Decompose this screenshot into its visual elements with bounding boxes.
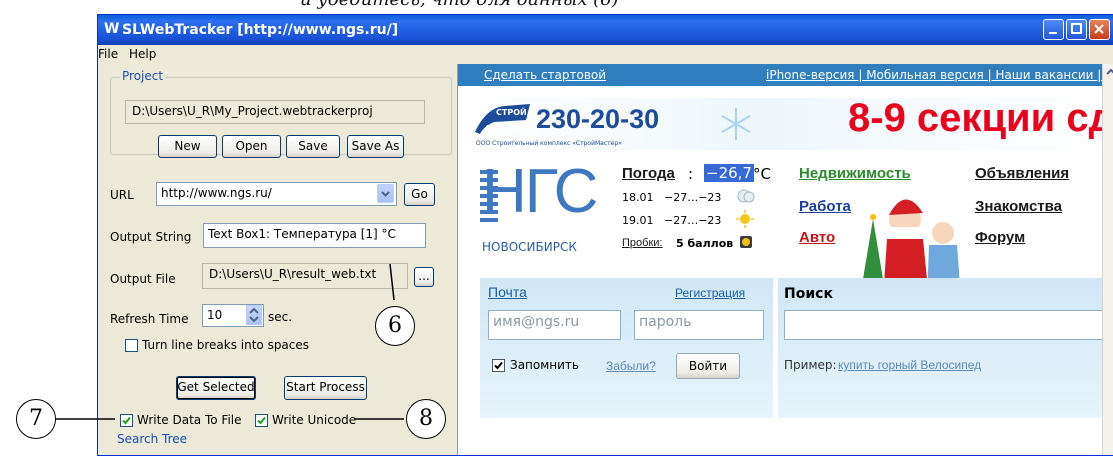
- web-top-bar: Сделать стартовой iPhone-версия | Мобиль…: [458, 64, 1113, 86]
- output-string-input[interactable]: Text Box1: Температура [1] °C: [203, 223, 426, 248]
- menu-bar: File Help: [98, 45, 1113, 64]
- save-button[interactable]: Save: [286, 135, 340, 158]
- line-breaks-checkbox[interactable]: [125, 339, 138, 352]
- output-string-label: Output String: [110, 230, 192, 244]
- title-bar[interactable]: W SLWebTracker [http://www.ngs.ru/]: [98, 15, 1113, 45]
- app-window: W SLWebTracker [http://www.ngs.ru/] File…: [97, 14, 1113, 456]
- search-title: Поиск: [784, 286, 833, 302]
- checkmark-icon: [494, 361, 503, 370]
- start-process-button[interactable]: Start Process: [284, 376, 367, 400]
- traffic-light-icon: [740, 236, 752, 248]
- remember-label: Запомнить: [510, 358, 579, 372]
- callout-6: 6: [375, 306, 415, 346]
- remember-checkbox[interactable]: [492, 359, 505, 372]
- checkmark-icon: [257, 416, 266, 425]
- forgot-link[interactable]: Забыли?: [606, 359, 656, 373]
- snowflake-icon: [721, 108, 751, 140]
- forecast-date-1: 18.01: [622, 191, 654, 204]
- ad-banner[interactable]: СТРОЙ МАСТЕР 230-20-30 ООО Строительный …: [468, 96, 1113, 150]
- menu-help[interactable]: Help: [129, 47, 156, 61]
- menu-file[interactable]: File: [98, 47, 118, 61]
- app-logo-icon: W: [104, 21, 120, 37]
- refresh-spinner[interactable]: [246, 305, 262, 325]
- url-label: URL: [110, 188, 134, 202]
- link-forum[interactable]: Форум: [975, 229, 1025, 246]
- browse-button[interactable]: ...: [414, 267, 434, 287]
- url-dropdown-button[interactable]: [377, 184, 394, 203]
- maximize-icon[interactable]: [1066, 19, 1087, 40]
- forecast-range-2: −27…−23: [664, 214, 722, 227]
- settings-panel: Project D:\Users\U_R\My_Project.webtrack…: [98, 64, 457, 455]
- url-input[interactable]: http://www.ngs.ru/: [156, 182, 397, 206]
- scroll-up-icon[interactable]: [1103, 64, 1113, 80]
- close-icon[interactable]: [1089, 19, 1110, 40]
- vertical-scrollbar[interactable]: [1102, 64, 1113, 455]
- search-widget: Поиск Пример: купить горный Велосипед: [778, 278, 1113, 418]
- password-input[interactable]: пароль: [634, 310, 764, 340]
- get-selected-button[interactable]: Get Selected: [176, 376, 256, 400]
- line-breaks-label: Turn line breaks into spaces: [142, 338, 310, 352]
- search-example-link[interactable]: купить горный Велосипед: [838, 358, 981, 372]
- write-unicode-checkbox[interactable]: [255, 414, 268, 427]
- page-caption-fragment: и убедитесь, что для данных (6): [300, 0, 619, 10]
- search-example-label: Пример:: [784, 358, 837, 372]
- output-file-label: Output File: [110, 272, 176, 286]
- weather-link[interactable]: Погода: [622, 165, 675, 182]
- refresh-unit-label: sec.: [268, 310, 293, 324]
- top-links[interactable]: iPhone-версия | Мобильная версия | Наши …: [766, 68, 1113, 82]
- refresh-time-label: Refresh Time: [110, 312, 189, 326]
- cloud-icon: [737, 189, 755, 203]
- write-unicode-label: Write Unicode: [272, 413, 357, 427]
- login-button[interactable]: Войти: [676, 353, 740, 379]
- open-button[interactable]: Open: [222, 135, 281, 158]
- minimize-icon[interactable]: [1043, 19, 1064, 40]
- sun-icon: [736, 210, 754, 228]
- email-input[interactable]: имя@ngs.ru: [488, 310, 621, 340]
- write-data-checkbox[interactable]: [120, 414, 133, 427]
- banner-company: ООО Строительный комплекс «СтройМастер»: [476, 140, 622, 147]
- forecast-date-2: 19.01: [622, 214, 654, 227]
- new-button[interactable]: New: [158, 135, 217, 158]
- weather-unit: °C: [753, 165, 771, 183]
- web-view[interactable]: Сделать стартовой iPhone-версия | Мобиль…: [457, 64, 1113, 455]
- write-data-label: Write Data To File: [137, 413, 242, 427]
- stroymaster-logo: СТРОЙ МАСТЕР: [472, 102, 534, 140]
- weather-separator: :: [688, 165, 694, 183]
- forecast-range-1: −27…−23: [664, 191, 722, 204]
- mail-title-link[interactable]: Почта: [488, 284, 527, 300]
- project-path-field: D:\Users\U_R\My_Project.webtrackerproj: [125, 100, 425, 124]
- checkmark-icon: [122, 416, 131, 425]
- banner-phone: 230-20-30: [536, 104, 660, 134]
- link-auto[interactable]: Авто: [799, 229, 835, 246]
- banner-right-text: 8-9 секции сд: [848, 96, 1113, 140]
- go-button[interactable]: Go: [404, 183, 435, 206]
- mail-widget: Почта Регистрация имя@ngs.ru пароль Запо…: [480, 278, 773, 418]
- link-dating[interactable]: Знакомства: [975, 198, 1062, 215]
- link-ads[interactable]: Объявления: [975, 165, 1069, 182]
- callout-7: 7: [16, 399, 56, 439]
- callout-8: 8: [406, 399, 446, 439]
- search-input[interactable]: [784, 310, 1113, 340]
- output-file-field: D:\Users\U_R\result_web.txt: [202, 263, 408, 289]
- ngs-logo[interactable]: НГС НОВОСИБИРСК: [480, 157, 600, 260]
- register-link[interactable]: Регистрация: [675, 286, 745, 300]
- project-group-label: Project: [120, 69, 166, 83]
- ngs-city: НОВОСИБИРСК: [482, 240, 577, 254]
- search-tree-label: Search Tree: [117, 432, 188, 446]
- make-homepage-link[interactable]: Сделать стартовой: [484, 68, 606, 82]
- logo-text-top: СТРОЙ: [496, 108, 527, 117]
- logo-text-bottom: МАСТЕР: [486, 124, 523, 133]
- traffic-value: 5 баллов: [676, 237, 734, 250]
- ngs-logo-text: НГС: [482, 157, 598, 226]
- weather-temp: −26,7: [704, 164, 754, 182]
- traffic-link[interactable]: Пробки:: [622, 237, 662, 249]
- window-title: SLWebTracker [http://www.ngs.ru/]: [122, 22, 399, 38]
- save-as-button[interactable]: Save As: [347, 135, 404, 158]
- chevron-down-icon: [381, 191, 390, 197]
